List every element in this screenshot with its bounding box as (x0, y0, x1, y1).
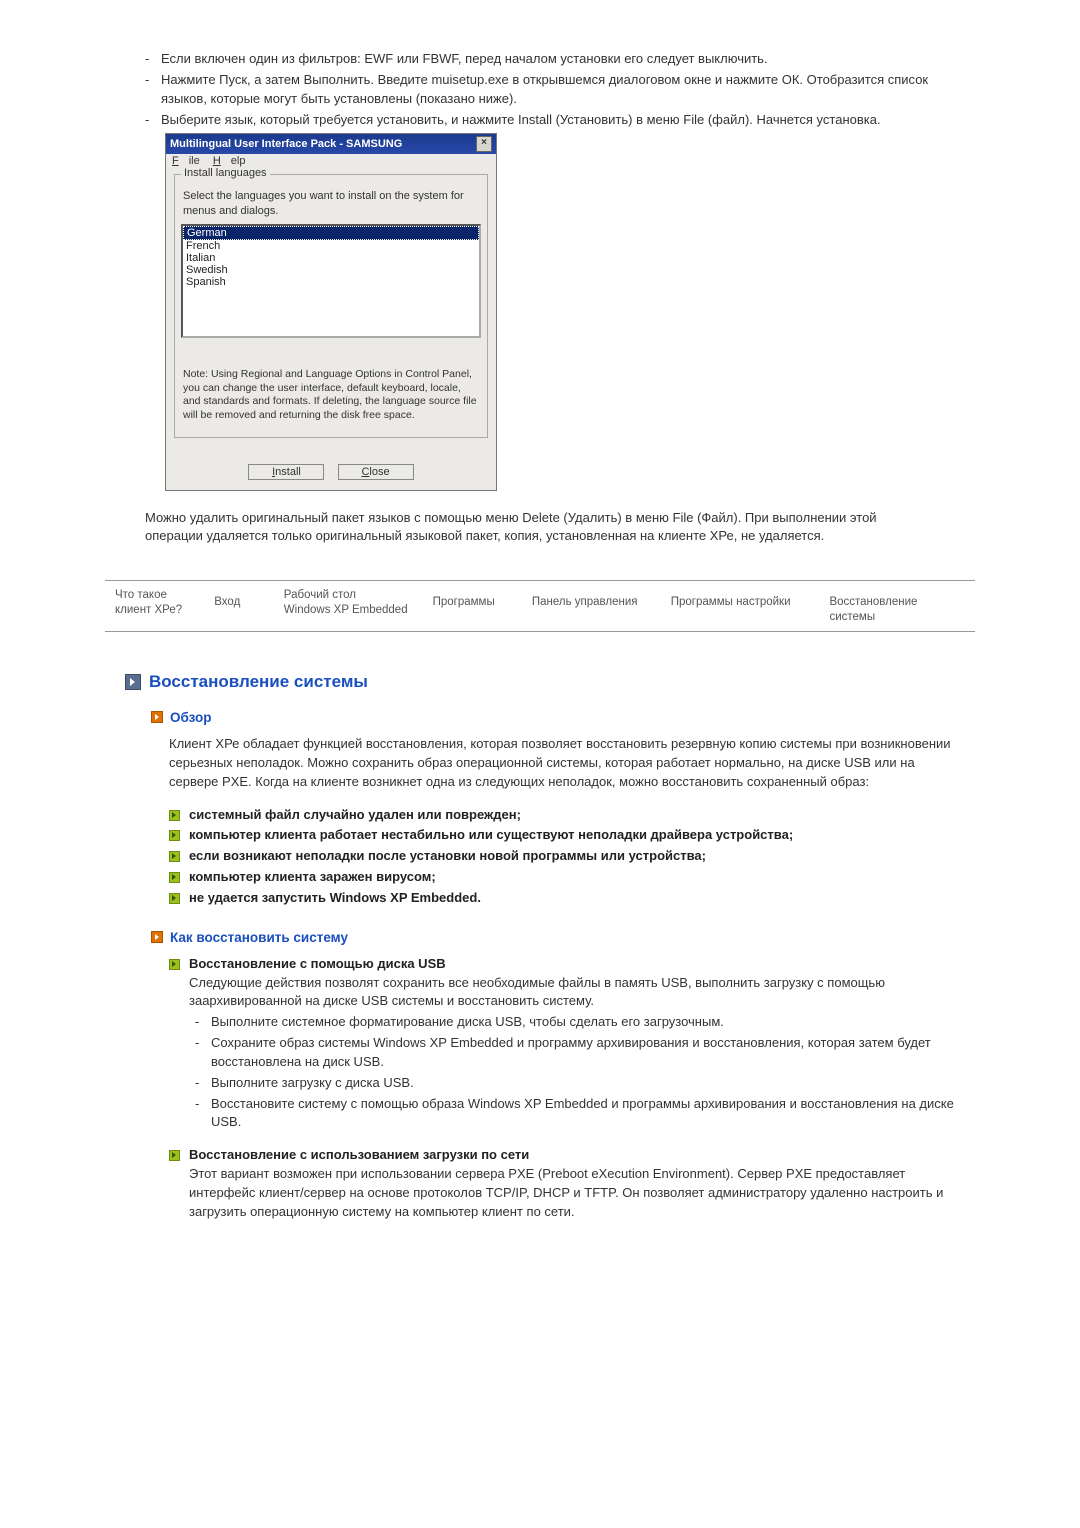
nav-tab-login[interactable]: Вход (204, 586, 274, 626)
nav-tab-control-panel[interactable]: Панель управления (522, 586, 661, 626)
menu-file[interactable]: File (172, 155, 200, 167)
list-item: -Сохраните образ системы Windows XP Embe… (195, 1034, 955, 1072)
list-item: Восстановление с помощью диска USB Следу… (169, 955, 955, 1012)
section-title: Восстановление системы (149, 672, 368, 692)
menubar: File Help (166, 154, 496, 168)
subsection-icon (151, 931, 163, 943)
menu-help[interactable]: Help (213, 155, 246, 167)
list-item: компьютер клиента работает нестабильно и… (169, 826, 955, 845)
subsection-heading-row: Обзор (151, 710, 955, 725)
install-steps-list: - Если включен один из фильтров: EWF или… (145, 50, 975, 129)
list-item: Восстановление с использованием загрузки… (169, 1146, 955, 1221)
method-list: Восстановление с использованием загрузки… (169, 1146, 955, 1221)
list-item: -Восстановите систему с помощью образа W… (195, 1095, 955, 1133)
list-item[interactable]: Italian (183, 252, 479, 264)
bullet-icon (169, 872, 180, 883)
net-body: Этот вариант возможен при использовании … (189, 1165, 955, 1222)
group-instruction: Select the languages you want to install… (183, 189, 479, 218)
list-item-selected[interactable]: German (183, 226, 479, 240)
method-list: Восстановление с помощью диска USB Следу… (169, 955, 955, 1012)
delete-note-paragraph: Можно удалить оригинальный пакет языков … (145, 509, 935, 547)
subsection-heading-row: Как восстановить систему (151, 930, 955, 945)
subsection-icon (151, 711, 163, 723)
bullet-icon (169, 1150, 180, 1161)
list-item: компьютер клиента заражен вирусом; (169, 868, 955, 887)
mui-window: Multilingual User Interface Pack - SAMSU… (165, 133, 497, 490)
list-item: -Выполните загрузку с диска USB. (195, 1074, 955, 1093)
list-item: - Выберите язык, который требуется устан… (145, 111, 975, 130)
close-button[interactable]: Close (338, 464, 414, 480)
language-listbox[interactable]: German French Italian Swedish Spanish (181, 224, 481, 338)
list-item[interactable]: Swedish (183, 264, 479, 276)
list-item: - Нажмите Пуск, а затем Выполнить. Введи… (145, 71, 975, 109)
nav-row: Что такоеклиент ХРе? Вход Рабочий столWi… (105, 580, 975, 632)
install-languages-group: Install languages Select the languages y… (174, 174, 488, 437)
list-item-text: Нажмите Пуск, а затем Выполнить. Введите… (161, 71, 975, 109)
list-item: -Выполните системное форматирование диск… (195, 1013, 955, 1032)
list-item: не удается запустить Windows XP Embedded… (169, 889, 955, 908)
window-titlebar: Multilingual User Interface Pack - SAMSU… (166, 134, 496, 154)
subsection-title: Обзор (170, 710, 212, 725)
list-item-text: Выберите язык, который требуется установ… (161, 111, 975, 130)
nav-tab-programs[interactable]: Программы (423, 586, 522, 626)
usb-steps-list: -Выполните системное форматирование диск… (195, 1013, 955, 1132)
button-row: Install Close (166, 446, 496, 490)
subsection-title: Как восстановить систему (170, 930, 348, 945)
list-item: - Если включен один из фильтров: EWF или… (145, 50, 975, 69)
nav-tab-desktop[interactable]: Рабочий столWindows XP Embedded (274, 586, 423, 626)
nav-tab-system-recovery[interactable]: Восстановление системы (819, 586, 975, 626)
window-title: Multilingual User Interface Pack - SAMSU… (170, 138, 476, 150)
list-item[interactable]: French (183, 240, 479, 252)
install-button[interactable]: Install (248, 464, 324, 480)
list-item[interactable]: Spanish (183, 276, 479, 288)
cases-list: системный файл случайно удален или повре… (169, 806, 955, 908)
net-title: Восстановление с использованием загрузки… (189, 1146, 955, 1165)
close-icon[interactable]: × (476, 136, 492, 152)
section-icon (125, 674, 141, 690)
bullet-icon (169, 893, 180, 904)
overview-paragraph: Клиент ХРе обладает функцией восстановле… (169, 735, 955, 792)
usb-intro: Следующие действия позволят сохранить вс… (189, 974, 955, 1012)
bullet-icon (169, 830, 180, 841)
usb-title: Восстановление с помощью диска USB (189, 955, 955, 974)
section-heading-row: Восстановление системы (125, 672, 955, 692)
list-item-text: Если включен один из фильтров: EWF или F… (161, 50, 975, 69)
group-legend: Install languages (181, 167, 270, 179)
nav-tab-config-programs[interactable]: Программы настройки (661, 586, 820, 626)
list-item: если возникают неполадки после установки… (169, 847, 955, 866)
list-item: системный файл случайно удален или повре… (169, 806, 955, 825)
bullet-icon (169, 851, 180, 862)
nav-tab-what-is-xpe[interactable]: Что такоеклиент ХРе? (105, 586, 204, 626)
group-note: Note: Using Regional and Language Option… (183, 368, 479, 423)
bullet-icon (169, 810, 180, 821)
bullet-icon (169, 959, 180, 970)
